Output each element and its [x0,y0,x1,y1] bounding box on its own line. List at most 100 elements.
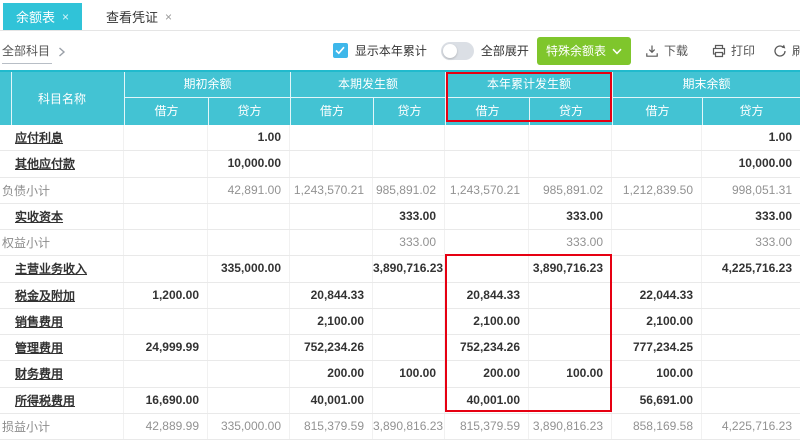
cell-init-credit [208,361,290,386]
subject-name-cell: 负债小计 [0,178,124,203]
table-header: 科目名称 期初余额 借方 贷方 本期发生额 借方 贷方 本年累计发生额 借方 [0,72,800,125]
column-group-ending-balance: 期末余额 借方 贷方 [612,72,800,125]
print-icon [712,44,726,58]
chevron-right-icon [58,47,66,57]
cell-period-debit: 2,100.00 [290,309,373,334]
cell-end-debit [612,230,702,255]
cell-ytd-credit [529,309,612,334]
cell-init-credit [208,309,290,334]
subject-name-link[interactable]: 销售费用 [15,313,63,330]
column-header-credit: 贷方 [374,98,445,125]
close-icon[interactable]: × [165,10,172,24]
cell-init-debit [124,256,208,281]
checkbox-checked-icon[interactable] [333,43,348,58]
column-header-debit: 借方 [613,98,703,125]
cell-ytd-credit: 985,891.02 [529,178,612,203]
cell-end-debit [612,256,702,281]
cell-ytd-debit: 815,379.59 [445,414,529,439]
table-row: 损益小计 42,889.99335,000.00815,379.593,890,… [0,414,800,440]
show-ytd-checkbox[interactable]: 显示本年累计 [333,42,427,59]
subject-name-link[interactable]: 管理费用 [15,339,63,356]
subject-filter-dropdown[interactable]: 全部科目 [2,42,66,64]
table-row: 主营业务收入 335,000.003,890,716.233,890,716.2… [0,256,800,282]
download-icon [645,44,659,58]
subject-name-link[interactable]: 所得税费用 [15,392,75,409]
table-row: 其他应付款 10,000.0010,000.00 [0,151,800,177]
refresh-button[interactable]: 刷新 [773,42,800,59]
balance-sheet-page: 余额表 × 查看凭证 × 全部科目 显示本年累计 全部展开 特殊 [0,0,800,440]
tab-label: 查看凭证 [106,7,158,26]
cell-end-debit [612,204,702,229]
subject-name-link[interactable]: 主营业务收入 [15,260,87,277]
cell-init-credit: 42,891.00 [208,178,290,203]
cell-ytd-debit [445,256,529,281]
cell-period-debit [290,125,373,150]
subject-name-link[interactable]: 实收资本 [15,208,63,225]
column-header-debit: 借方 [291,98,374,125]
cell-ytd-debit [445,230,529,255]
cell-end-debit: 1,212,839.50 [612,178,702,203]
cell-period-debit: 40,001.00 [290,388,373,413]
tab-label: 余额表 [16,7,55,26]
cell-end-credit [702,361,800,386]
print-button[interactable]: 打印 [712,42,755,59]
cell-ytd-debit [445,151,529,176]
table-row: 财务费用 200.00100.00200.00100.00100.00 [0,361,800,387]
cell-end-credit: 1.00 [702,125,800,150]
cell-ytd-credit: 100.00 [529,361,612,386]
tab-balance-sheet[interactable]: 余额表 × [3,3,82,30]
close-icon[interactable]: × [62,10,69,24]
column-header-credit: 贷方 [530,98,612,125]
toggle-knob [443,44,457,58]
subtotal-label: 负债小计 [2,182,50,199]
column-header-subject-name: 科目名称 [0,72,124,125]
cell-ytd-debit [445,204,529,229]
cell-init-debit: 24,999.99 [124,335,208,360]
subject-name-link[interactable]: 其他应付款 [15,155,75,172]
cell-period-debit [290,256,373,281]
subtotal-label: 损益小计 [2,418,50,435]
toggle-off-icon[interactable] [441,42,474,60]
special-balance-button[interactable]: 特殊余额表 [537,37,631,65]
cell-end-credit [702,388,800,413]
cell-init-debit [124,309,208,334]
table-row: 实收资本 333.00 333.00 333.00 [0,204,800,230]
subject-name-cell: 所得税费用 [0,388,124,413]
subject-name-link[interactable]: 应付利息 [15,129,63,146]
cell-ytd-debit: 2,100.00 [445,309,529,334]
cell-end-debit [612,125,702,150]
cell-period-credit: 3,890,716.23 [373,256,445,281]
cell-period-debit: 1,243,570.21 [290,178,373,203]
cell-end-debit: 2,100.00 [612,309,702,334]
cell-end-credit: 998,051.31 [702,178,800,203]
table-row: 销售费用 2,100.00 2,100.00 2,100.00 [0,309,800,335]
table-row: 负债小计 42,891.001,243,570.21985,891.021,24… [0,178,800,204]
table-row: 权益小计 333.00333.00333.00 [0,230,800,256]
cell-end-credit [702,335,800,360]
subject-name-cell: 税金及附加 [0,283,124,308]
show-ytd-label: 显示本年累计 [355,42,427,59]
cell-period-credit [373,388,445,413]
column-group-ytd-accumulated: 本年累计发生额 借方 贷方 [445,72,612,125]
table-row: 税金及附加 1,200.0020,844.3320,844.3322,044.3… [0,283,800,309]
table-body: 应付利息 1.001.00 其他应付款 10,000.0010,000.00 负… [0,125,800,440]
cell-end-debit: 56,691.00 [612,388,702,413]
cell-period-debit: 200.00 [290,361,373,386]
cell-period-credit: 333.00 [373,204,445,229]
cell-ytd-credit: 333.00 [529,204,612,229]
cell-init-debit [124,230,208,255]
cell-end-credit: 333.00 [702,204,800,229]
cell-init-debit [124,204,208,229]
subject-name-cell: 权益小计 [0,230,124,255]
subject-name-link[interactable]: 财务费用 [15,365,63,382]
cell-ytd-credit [529,125,612,150]
subject-name-link[interactable]: 税金及附加 [15,287,75,304]
download-button[interactable]: 下载 [645,42,688,59]
expand-all-toggle[interactable]: 全部展开 [441,42,529,60]
cell-end-credit: 10,000.00 [702,151,800,176]
special-balance-label: 特殊余额表 [546,42,606,59]
table-row: 应付利息 1.001.00 [0,125,800,151]
tab-view-voucher[interactable]: 查看凭证 × [92,3,186,30]
cell-period-debit [290,204,373,229]
cell-ytd-debit: 1,243,570.21 [445,178,529,203]
